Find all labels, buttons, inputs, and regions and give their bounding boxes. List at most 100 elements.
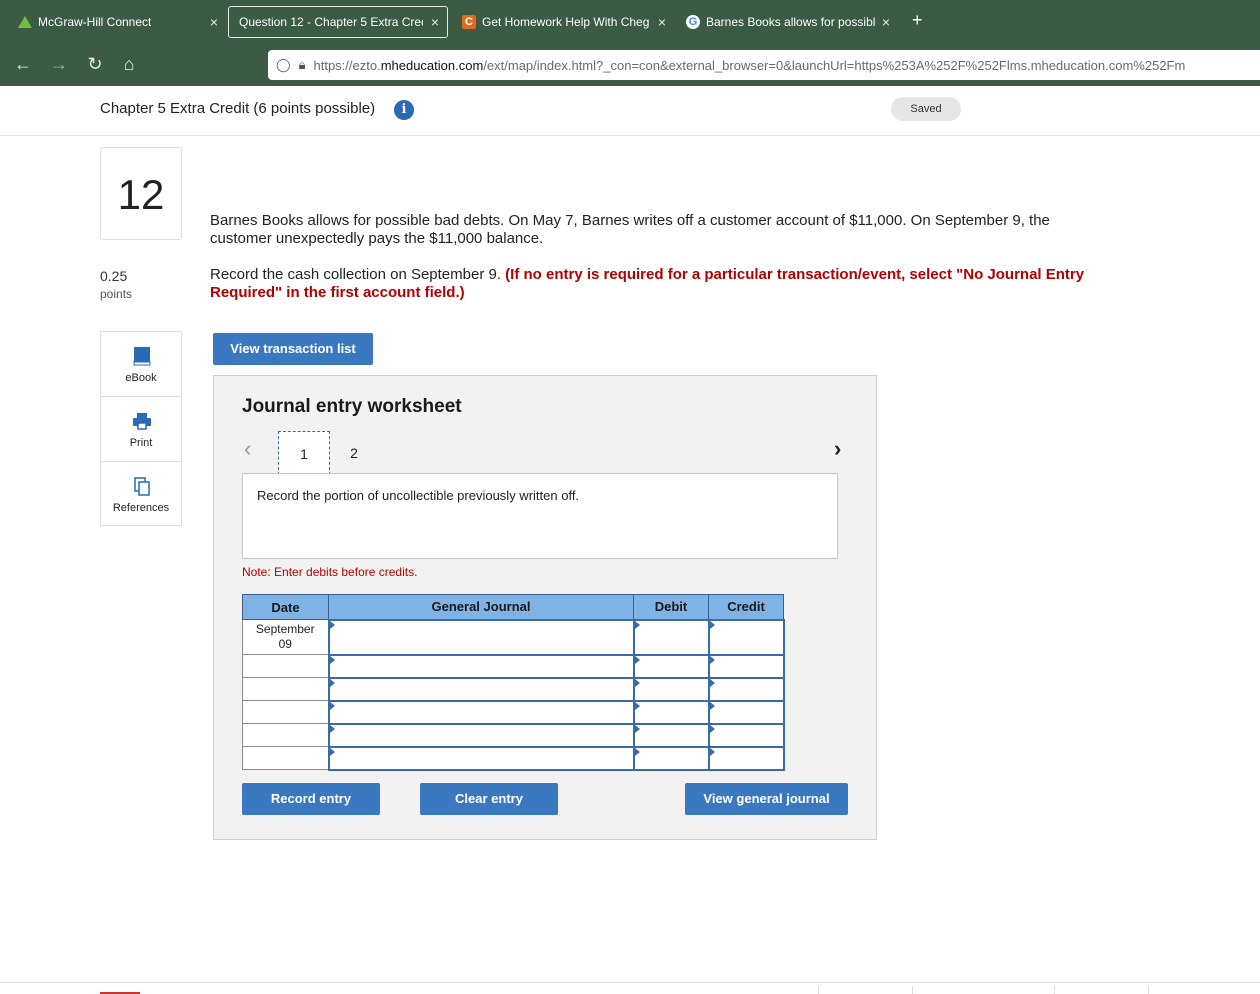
date-cell[interactable] — [242, 700, 329, 724]
footer-divider-tick — [912, 986, 913, 994]
back-icon[interactable]: ← — [12, 54, 34, 75]
google-icon: G — [686, 15, 700, 29]
record-entry-button[interactable]: Record entry — [242, 783, 380, 815]
tools-panel: eBook Print References — [100, 331, 182, 526]
footer-divider-tick — [1148, 986, 1149, 994]
print-label: Print — [129, 437, 153, 449]
credit-input[interactable] — [707, 745, 785, 771]
journal-row: September 09 — [242, 618, 785, 656]
journal-row — [242, 653, 785, 679]
tab-chegg[interactable]: C Get Homework Help With Cheg × — [452, 4, 674, 40]
points-label: points — [100, 287, 133, 301]
chegg-icon: C — [462, 15, 476, 29]
ebook-label: eBook — [125, 372, 157, 384]
date-value: September 09 — [255, 622, 315, 651]
new-tab-button[interactable]: + — [912, 10, 923, 31]
ebook-button[interactable]: eBook — [101, 332, 181, 397]
print-button[interactable]: Print — [101, 397, 181, 462]
debit-input[interactable] — [632, 722, 710, 748]
assignment-header: Chapter 5 Extra Credit (6 points possibl… — [0, 86, 1260, 136]
browser-nav-bar: ← → ↻ ⌂ ◯ 🔒︎ https://ezto. mheducation.co… — [0, 44, 1260, 86]
worksheet-title: Journal entry worksheet — [242, 396, 462, 417]
credit-input[interactable] — [707, 618, 785, 656]
footer-divider — [0, 982, 1260, 983]
tab-label: Get Homework Help With Cheg — [482, 15, 650, 29]
chevron-left-icon[interactable]: ‹ — [244, 436, 251, 462]
debit-input[interactable] — [632, 618, 710, 656]
lock-icon: 🔒︎ — [298, 57, 306, 72]
url-bar[interactable]: ◯ 🔒︎ https://ezto. mheducation.com/ext/ma… — [268, 50, 1260, 80]
credit-input[interactable] — [707, 676, 785, 702]
chevron-right-icon[interactable]: › — [834, 436, 841, 462]
journal-row — [242, 745, 785, 771]
date-cell[interactable] — [242, 723, 329, 747]
account-input[interactable] — [327, 618, 635, 656]
journal-entry-worksheet: Journal entry worksheet ‹ 1 2 › Record t… — [213, 375, 877, 840]
question-number: 12 — [100, 147, 182, 240]
view-general-journal-button[interactable]: View general journal — [685, 783, 848, 815]
worksheet-page-1[interactable]: 1 — [278, 431, 330, 475]
copy-icon — [134, 477, 150, 496]
journal-row — [242, 699, 785, 725]
credit-input[interactable] — [707, 722, 785, 748]
debit-input[interactable] — [632, 653, 710, 679]
date-cell[interactable] — [242, 746, 329, 770]
journal-table: Date General Journal Debit Credit Septem… — [242, 594, 785, 771]
url-domain: mheducation.com — [380, 57, 484, 73]
book-icon — [133, 347, 151, 366]
printer-icon — [133, 413, 151, 430]
view-transaction-list-button[interactable]: View transaction list — [213, 333, 373, 365]
browser-tab-bar: McGraw-Hill Connect × Question 12 - Chap… — [0, 0, 1260, 44]
date-cell[interactable]: September 09 — [242, 619, 329, 655]
home-icon[interactable]: ⌂ — [118, 54, 140, 75]
transaction-description: Record the portion of uncollectible prev… — [242, 473, 838, 559]
tab-label: Barnes Books allows for possible — [706, 15, 876, 29]
close-icon[interactable]: × — [431, 14, 439, 30]
footer-divider-tick — [1054, 986, 1055, 994]
journal-row — [242, 676, 785, 702]
saved-status-badge: Saved — [891, 97, 961, 121]
worksheet-page-2[interactable]: 2 — [328, 431, 380, 475]
account-input[interactable] — [327, 745, 635, 771]
forward-icon[interactable]: → — [48, 54, 70, 75]
tab-mcgraw-hill-connect[interactable]: McGraw-Hill Connect × — [8, 4, 226, 40]
close-icon[interactable]: × — [210, 14, 218, 30]
url-rest: /ext/map/index.html?_con=con&external_br… — [483, 57, 1186, 73]
tab-question-12[interactable]: Question 12 - Chapter 5 Extra Credit × — [228, 6, 448, 38]
tab-label: McGraw-Hill Connect — [38, 15, 152, 29]
debit-input[interactable] — [632, 745, 710, 771]
tab-google-search[interactable]: G Barnes Books allows for possible × — [676, 4, 898, 40]
references-button[interactable]: References — [101, 462, 181, 527]
account-input[interactable] — [327, 676, 635, 702]
shield-icon: ◯ — [276, 57, 291, 72]
credit-input[interactable] — [707, 699, 785, 725]
debit-input[interactable] — [632, 699, 710, 725]
journal-row — [242, 722, 785, 748]
references-label: References — [112, 502, 170, 514]
col-date: Date — [242, 594, 329, 620]
date-cell[interactable] — [242, 677, 329, 701]
credit-input[interactable] — [707, 653, 785, 679]
info-icon[interactable]: i — [394, 100, 414, 120]
footer-divider-tick — [818, 986, 819, 994]
tab-label: Question 12 - Chapter 5 Extra Credit — [239, 15, 423, 29]
close-icon[interactable]: × — [658, 14, 666, 30]
col-general-journal: General Journal — [328, 594, 634, 620]
url-prefix: https://ezto. — [313, 57, 381, 73]
points-value: 0.25 — [100, 268, 128, 284]
clear-entry-button[interactable]: Clear entry — [420, 783, 558, 815]
question-instruction: Record the cash collection on September … — [210, 266, 1120, 302]
col-debit: Debit — [633, 594, 709, 620]
debit-input[interactable] — [632, 676, 710, 702]
journal-header-row: Date General Journal Debit Credit — [242, 594, 784, 620]
reload-icon[interactable]: ↻ — [84, 54, 106, 75]
date-cell[interactable] — [242, 654, 329, 678]
account-input[interactable] — [327, 653, 635, 679]
col-credit: Credit — [708, 594, 784, 620]
instruction-text: Record the cash collection on September … — [210, 266, 506, 283]
account-input[interactable] — [327, 699, 635, 725]
mcgraw-hill-icon — [18, 16, 32, 28]
debits-credits-note: Note: Enter debits before credits. — [242, 565, 418, 579]
account-input[interactable] — [327, 722, 635, 748]
close-icon[interactable]: × — [882, 14, 890, 30]
